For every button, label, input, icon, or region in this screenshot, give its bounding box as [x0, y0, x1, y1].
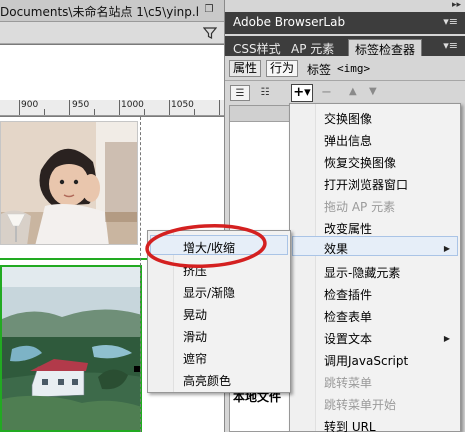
- plus-icon[interactable]: +▾: [291, 84, 313, 102]
- tab-tag-inspector[interactable]: 标签检查器: [348, 39, 423, 57]
- submenu-arrow-icon: ▶: [443, 244, 450, 253]
- menu-item-set-text[interactable]: 设置文本: [324, 330, 372, 347]
- panel-tabs: CSS样式 AP 元素 标签检查器 ▾≡: [225, 36, 465, 57]
- effect-highlight[interactable]: 高亮颜色: [183, 372, 231, 389]
- tabs-menu-icon[interactable]: ▾≡: [443, 39, 458, 52]
- horizontal-ruler: 900 950 1000 1050: [0, 100, 224, 116]
- menu-item-check-plugin[interactable]: 检查插件: [324, 286, 372, 303]
- behaviors-list-header: [230, 106, 290, 122]
- behaviors-button[interactable]: 行为: [266, 60, 299, 77]
- behaviors-toolbar: ☰ ☷ +▾ − ▲ ▼: [225, 80, 465, 104]
- submenu-arrow-icon: ▶: [443, 334, 450, 343]
- document-top-area: [0, 45, 224, 100]
- up-arrow-icon[interactable]: ▲: [349, 86, 357, 97]
- menu-item-drag-ap-element: 拖动 AP 元素: [324, 200, 396, 214]
- photo-child[interactable]: [0, 121, 138, 245]
- behaviors-menu: 交换图像 弹出信息 恢复交换图像 打开浏览器窗口 拖动 AP 元素 改变属性 效…: [289, 103, 461, 432]
- tag-label: 标签: [307, 63, 332, 77]
- effect-shake[interactable]: 晃动: [183, 306, 207, 323]
- tab-css-styles[interactable]: CSS样式: [227, 39, 287, 56]
- document-title: Documents\未命名站点 1\c5\yinp.html: [0, 5, 198, 19]
- show-set-events-icon[interactable]: ☰: [230, 85, 250, 101]
- effect-blind[interactable]: 遮帘: [183, 350, 207, 367]
- attributes-button[interactable]: 属性: [229, 60, 262, 77]
- ruler-label: 900: [21, 100, 39, 110]
- selection-border-top: [0, 258, 150, 260]
- ruler-label: 950: [72, 100, 90, 110]
- minus-icon[interactable]: −: [321, 85, 332, 100]
- down-arrow-icon[interactable]: ▼: [369, 86, 377, 97]
- menu-item-jump-menu: 跳转菜单: [324, 376, 373, 390]
- menu-item-swap-image[interactable]: 交换图像: [324, 110, 372, 127]
- photo-landscape[interactable]: [0, 265, 142, 432]
- inspector-subtabs: 属性 行为 标签 <img>: [225, 57, 465, 79]
- filter-icon[interactable]: [203, 26, 217, 40]
- menu-gutter: [290, 104, 316, 431]
- submenu-gutter: [148, 231, 174, 392]
- menu-item-change-property[interactable]: 改变属性: [324, 220, 372, 237]
- menu-item-popup-message[interactable]: 弹出信息: [324, 132, 372, 149]
- collapse-arrows-icon[interactable]: ▸▸: [452, 0, 461, 10]
- document-titlebar: Documents\未命名站点 1\c5\yinp.html ❐: [0, 0, 224, 22]
- panel-menu-icon[interactable]: ▾≡: [443, 15, 458, 28]
- effect-appear-fade[interactable]: 显示/渐隐: [183, 284, 235, 301]
- menu-item-effects[interactable]: 效果: [324, 240, 348, 257]
- menu-item-open-browser-window[interactable]: 打开浏览器窗口: [324, 176, 408, 193]
- effects-submenu: 增大/收缩 挤压 显示/渐隐 晃动 滑动 遮帘 高亮颜色: [147, 230, 291, 393]
- tag-name: <img>: [337, 62, 371, 75]
- menu-item-validate-form[interactable]: 检查表单: [324, 308, 372, 325]
- resize-handle[interactable]: [134, 366, 140, 372]
- layout-guide: [140, 117, 141, 432]
- ruler-label: 1000: [121, 100, 144, 110]
- effect-grow-shrink[interactable]: 增大/收缩: [183, 239, 235, 256]
- menu-item-show-hide-elements[interactable]: 显示-隐藏元素: [324, 264, 400, 281]
- browserlab-bar[interactable]: Adobe BrowserLab ▾≡: [225, 12, 465, 34]
- effect-squish[interactable]: 挤压: [183, 262, 207, 279]
- menu-item-call-javascript[interactable]: 调用JavaScript: [324, 352, 408, 369]
- restore-icon[interactable]: ❐: [203, 4, 215, 16]
- effect-slide[interactable]: 滑动: [183, 328, 207, 345]
- browserlab-title: Adobe BrowserLab: [233, 15, 346, 29]
- menu-item-restore-swap-image[interactable]: 恢复交换图像: [324, 154, 396, 171]
- menu-item-go-to-url[interactable]: 转到 URL: [324, 418, 376, 432]
- ruler-label: 1050: [171, 100, 194, 110]
- tab-ap-elements[interactable]: AP 元素: [285, 39, 340, 56]
- show-all-events-icon[interactable]: ☷: [255, 85, 275, 101]
- document-toolbar: [0, 22, 224, 44]
- effects-highlight: [292, 236, 458, 256]
- menu-item-jump-menu-go: 跳转菜单开始: [324, 398, 397, 412]
